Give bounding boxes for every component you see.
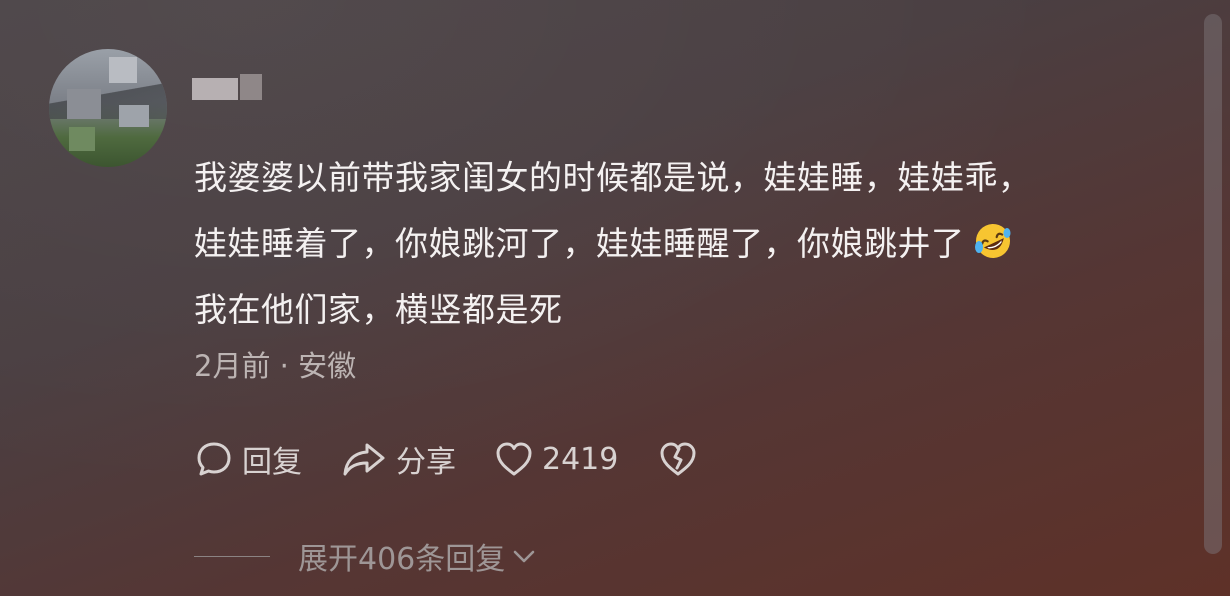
share-label: 分享 [396,445,456,480]
reply-label: 回复 [242,445,302,480]
avatar[interactable] [49,49,167,167]
avatar-mosaic-block [119,105,149,127]
broken-heart-icon [660,442,696,476]
username-blurred[interactable] [192,70,264,100]
rofl-emoji-icon [974,224,1010,258]
expand-replies-label: 展开406条回复 [298,542,506,577]
comment-line-3: 我在他们家，横竖都是死 [194,290,563,329]
comment-line-1: 我婆婆以前带我家闺女的时候都是说，娃娃睡，娃娃乖， [194,158,1032,197]
avatar-mosaic-block [69,127,95,151]
avatar-mosaic-block [67,89,101,119]
expand-divider [194,555,270,557]
dislike-button[interactable] [658,439,698,479]
reply-button[interactable]: 回复 [194,437,302,481]
username-mosaic [240,74,262,100]
username-mosaic [192,78,238,100]
comment-bubble-icon [197,442,231,476]
comment-line-2: 娃娃睡着了，你娘跳河了，娃娃睡醒了，你娘跳井了 [194,211,1184,277]
heart-icon [496,442,532,476]
comment-text: 我婆婆以前带我家闺女的时候都是说，娃娃睡，娃娃乖， 娃娃睡着了，你娘跳河了，娃娃… [194,145,1184,343]
avatar-mosaic-block [109,57,137,83]
scrollbar[interactable] [1204,14,1222,554]
chevron-down-icon [513,550,535,563]
share-button[interactable]: 分享 [340,437,456,481]
like-count: 2419 [542,441,619,477]
action-bar: 回复 分享 2419 [194,436,698,482]
expand-replies-button[interactable]: 展开406条回复 [194,534,537,578]
comment-line-2-text: 娃娃睡着了，你娘跳河了，娃娃睡醒了，你娘跳井了 [194,224,965,263]
share-arrow-icon [343,443,385,476]
comment-meta: 2月前 · 安徽 [194,349,357,383]
like-button[interactable]: 2419 [494,439,618,479]
